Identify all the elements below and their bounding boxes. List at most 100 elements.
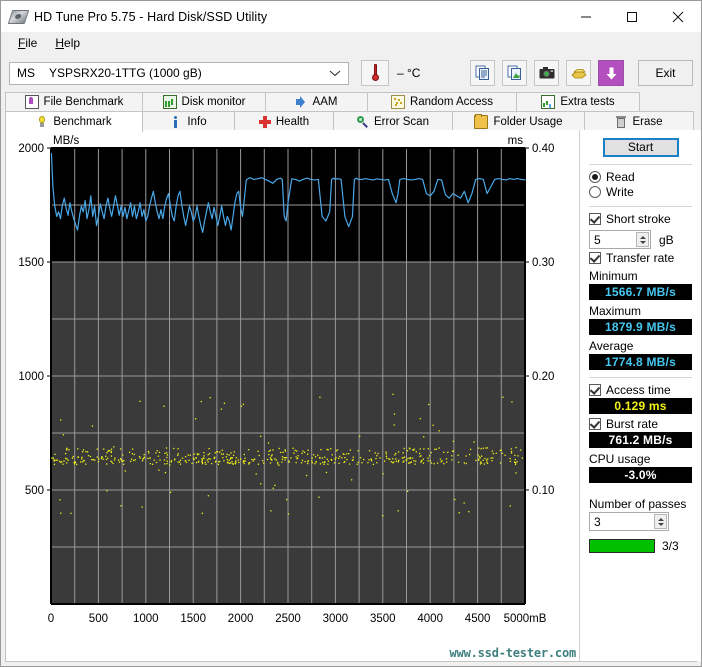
progress-row: 3/3 [589,539,692,553]
short-stroke-checkbox[interactable] [589,213,601,225]
svg-text:0: 0 [48,613,54,625]
copy-image-button[interactable] [502,60,527,86]
gold-button[interactable] [566,60,591,86]
close-button[interactable] [655,1,701,32]
transfer-rate-checkbox[interactable] [589,252,601,264]
checkbox-burst-rate[interactable]: Burst rate [589,417,692,431]
short-stroke-stepper[interactable]: 5 [589,230,651,249]
screenshot-button[interactable] [534,60,559,86]
radio-read[interactable]: Read [589,170,692,184]
svg-text:0.10: 0.10 [532,485,554,497]
svg-text:3500: 3500 [370,613,396,625]
svg-text:500: 500 [89,613,108,625]
extra-tests-icon [541,95,555,109]
tab-label: Benchmark [53,116,111,128]
benchmark-bulb-icon [36,116,48,128]
tab-extra-tests[interactable]: Extra tests [516,92,640,111]
tab-label: AAM [313,96,338,108]
maximum-label: Maximum [589,304,692,318]
tab-label: Health [276,116,309,128]
svg-text:2000: 2000 [18,143,44,155]
short-stroke-value: 5 [590,233,601,247]
toolbar: MS YSPSRX20-1TTG (1000 gB) – °C [1,54,701,92]
progress-bar [589,539,655,553]
tab-benchmark[interactable]: Benchmark [5,111,143,132]
temperature-value: – °C [397,66,420,80]
access-time-value: 0.129 ms [589,398,692,414]
folder-icon [474,115,488,129]
maximize-button[interactable] [609,1,655,32]
menu-help[interactable]: Help [46,34,89,52]
tab-info[interactable]: Info [142,111,235,132]
access-time-label: Access time [606,383,671,397]
start-button[interactable]: Start [603,138,679,157]
passes-stepper[interactable]: 3 [589,512,669,531]
random-access-icon [391,95,405,109]
tab-error-scan[interactable]: Error Scan [333,111,453,132]
exit-button[interactable]: Exit [638,60,693,86]
radio-read-indicator[interactable] [589,171,601,183]
access-time-checkbox[interactable] [589,384,601,396]
tab-bars: File Benchmark Disk monitor AAM Random A… [1,92,701,130]
disk-monitor-icon [163,95,177,109]
tab-folder-usage[interactable]: Folder Usage [452,111,585,132]
tab-file-benchmark[interactable]: File Benchmark [5,92,143,111]
drive-prefix: MS [10,66,49,80]
window-controls [563,1,701,32]
menu-bar: File Help [1,32,701,54]
burst-rate-checkbox[interactable] [589,418,601,430]
svg-text:1000: 1000 [133,613,159,625]
radio-read-label: Read [606,170,635,184]
svg-text:3000: 3000 [323,613,349,625]
tab-disk-monitor[interactable]: Disk monitor [142,92,266,111]
drive-name: YSPSRX20-1TTG (1000 gB) [49,66,202,80]
tab-label: Error Scan [374,116,429,128]
short-stroke-row: 5 gB [589,230,692,249]
window-title: HD Tune Pro 5.75 - Hard Disk/SSD Utility [34,10,267,24]
checkbox-transfer-rate[interactable]: Transfer rate [589,251,692,265]
menu-file[interactable]: File [9,34,46,52]
title-bar: HD Tune Pro 5.75 - Hard Disk/SSD Utility [1,1,701,32]
burst-rate-value: 761.2 MB/s [589,432,692,448]
tab-erase[interactable]: Erase [584,111,694,132]
svg-text:1500: 1500 [18,257,44,269]
copy-text-button[interactable] [470,60,495,86]
checkbox-short-stroke[interactable]: Short stroke [589,212,692,226]
tab-aam[interactable]: AAM [265,92,368,111]
svg-text:0.30: 0.30 [532,257,554,269]
burst-rate-label: Burst rate [606,417,658,431]
file-benchmark-icon [25,95,39,109]
svg-text:4500: 4500 [465,613,491,625]
benchmark-chart: 500100015002000MB/s0.100.200.300.40ms050… [6,130,579,661]
tab-label: Info [187,116,206,128]
tab-random-access[interactable]: Random Access [367,92,517,111]
svg-text:0.40: 0.40 [532,143,554,155]
minimum-value: 1566.7 MB/s [589,284,692,300]
radio-write-indicator[interactable] [589,186,601,198]
tab-health[interactable]: Health [234,111,334,132]
health-cross-icon [259,116,271,128]
download-button[interactable] [598,60,624,86]
controls-panel: Start Read Write Short stroke [579,130,701,661]
svg-text:0.20: 0.20 [532,371,554,383]
drive-selector[interactable]: MS YSPSRX20-1TTG (1000 gB) [9,62,349,85]
copy-image-icon [507,65,523,81]
chevron-down-icon[interactable] [329,63,341,84]
radio-write[interactable]: Write [589,185,692,199]
svg-text:5000mB: 5000mB [504,613,547,625]
hd-tune-window: HD Tune Pro 5.75 - Hard Disk/SSD Utility… [0,0,702,667]
tab-label: File Benchmark [44,96,124,108]
tab-label: Folder Usage [493,116,562,128]
passes-label: Number of passes [589,497,692,511]
minimize-button[interactable] [563,1,609,32]
divider [589,164,692,165]
stepper-arrows[interactable] [654,514,667,529]
temperature-button[interactable] [361,60,389,86]
svg-text:4000: 4000 [417,613,443,625]
stepper-arrows[interactable] [636,232,649,247]
checkbox-access-time[interactable]: Access time [589,383,692,397]
average-value: 1774.8 MB/s [589,354,692,370]
svg-text:2500: 2500 [275,613,301,625]
tab-label: Random Access [410,96,493,108]
passes-value: 3 [590,515,601,529]
